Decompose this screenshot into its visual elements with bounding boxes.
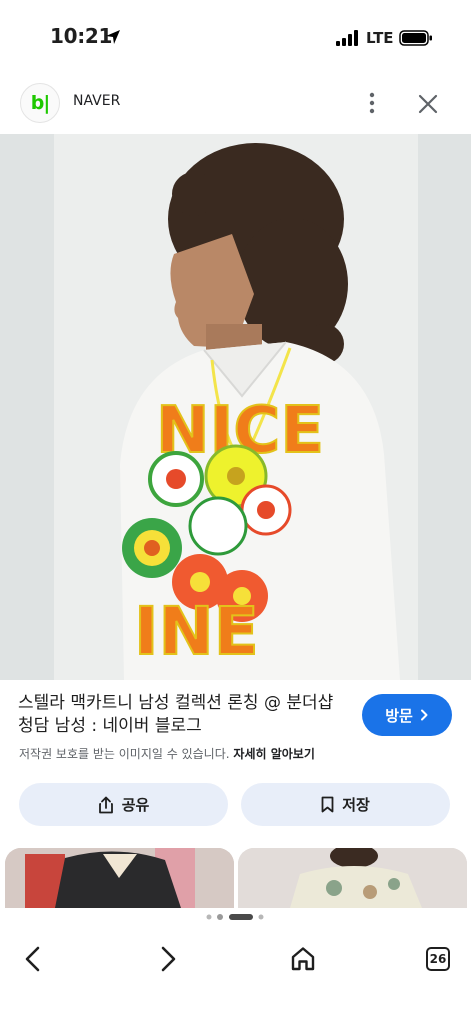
home-icon[interactable]	[288, 944, 318, 974]
battery-icon	[399, 30, 432, 46]
page-indicator	[206, 914, 264, 920]
bookmark-icon	[321, 796, 334, 813]
naver-blog-logo-text: b|	[30, 92, 51, 114]
source-header: b| NAVER	[0, 80, 471, 128]
back-icon[interactable]	[19, 944, 49, 974]
copyright-text: 저작권 보호를 받는 이미지일 수 있습니다.	[19, 747, 230, 761]
forward-icon[interactable]	[152, 944, 182, 974]
share-button-label: 공유	[121, 796, 150, 814]
image-title[interactable]: 스텔라 맥카트니 남성 컬렉션 론칭 @ 분더샵 청담 남성 : 네이버 블로그	[18, 692, 348, 738]
learn-more-link[interactable]: 자세히 알아보기	[233, 747, 314, 761]
save-button[interactable]: 저장	[241, 783, 450, 826]
thumbnail-illustration	[238, 848, 467, 908]
chevron-right-icon	[420, 709, 428, 721]
visit-button[interactable]: 방문	[362, 694, 452, 736]
browser-toolbar: 26	[0, 932, 471, 1024]
model-illustration: NICE INE	[120, 143, 400, 680]
status-bar: 10:21 LTE	[0, 0, 471, 72]
more-options-icon[interactable]	[362, 90, 382, 116]
thumbnail-illustration	[5, 848, 234, 908]
related-image-thumbnail[interactable]	[5, 848, 234, 908]
source-logo[interactable]: b|	[20, 83, 60, 123]
tabs-count: 26	[429, 952, 447, 966]
signal-icon	[336, 30, 358, 46]
image-preview-area[interactable]: NICE INE	[0, 134, 471, 680]
image-viewer-screen: 10:21 LTE b| NAVER NICE INE 스텔라 맥카트니 남성 …	[0, 0, 471, 1024]
share-icon	[98, 796, 113, 813]
status-time: 10:21	[50, 24, 113, 48]
related-image-thumbnail[interactable]	[238, 848, 467, 908]
copyright-notice: 저작권 보호를 받는 이미지일 수 있습니다. 자세히 알아보기	[19, 745, 315, 762]
shirt-print-bottom: INE	[134, 593, 259, 670]
source-name[interactable]: NAVER	[73, 93, 120, 109]
location-arrow-icon	[106, 30, 120, 44]
product-photo[interactable]: NICE INE	[54, 134, 418, 680]
network-label: LTE	[366, 29, 394, 47]
share-button[interactable]: 공유	[19, 783, 228, 826]
close-icon[interactable]	[416, 92, 440, 116]
save-button-label: 저장	[342, 796, 370, 814]
visit-button-label: 방문	[385, 706, 413, 725]
tabs-button[interactable]: 26	[426, 947, 450, 971]
